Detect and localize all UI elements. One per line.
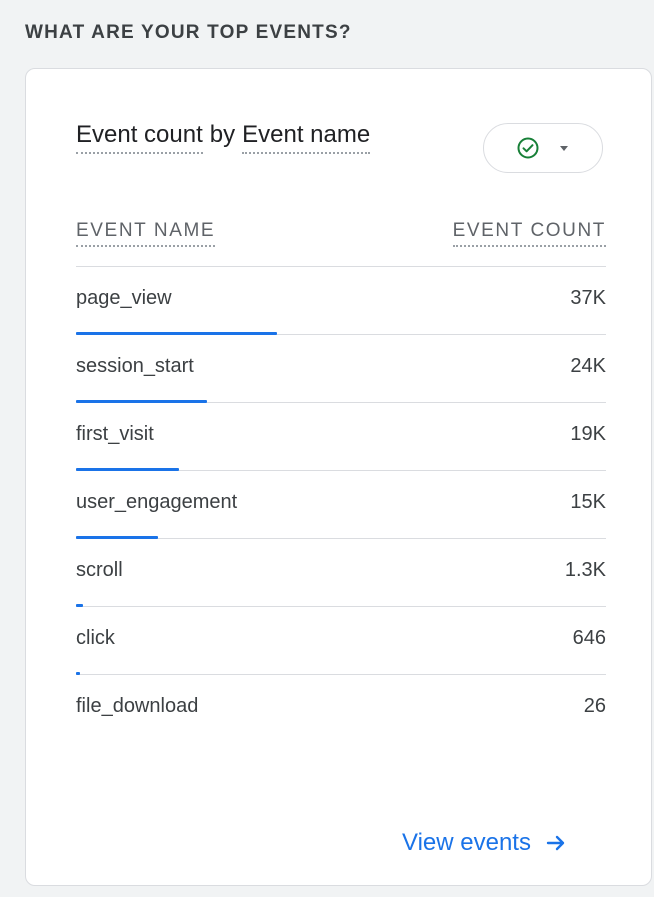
title-by: by bbox=[209, 121, 236, 148]
event-count: 26 bbox=[583, 695, 606, 717]
event-count: 19K bbox=[570, 423, 606, 445]
table-row[interactable]: click 646 bbox=[76, 607, 606, 675]
event-name: file_download bbox=[76, 695, 199, 717]
table-row[interactable]: session_start 24K bbox=[76, 335, 606, 403]
table-row[interactable]: page_view 37K bbox=[76, 267, 606, 335]
event-count: 24K bbox=[570, 355, 606, 377]
event-name: scroll bbox=[76, 559, 123, 581]
table-row[interactable]: first_visit 19K bbox=[76, 403, 606, 471]
dimension-label[interactable]: Event name bbox=[242, 121, 371, 154]
table-header: EVENT NAME EVENT COUNT bbox=[76, 214, 606, 267]
event-name: page_view bbox=[76, 287, 172, 309]
table-row[interactable]: user_engagement 15K bbox=[76, 471, 606, 539]
event-name: user_engagement bbox=[76, 491, 238, 513]
event-name: first_visit bbox=[76, 423, 154, 445]
section-heading: WHAT ARE YOUR TOP EVENTS? bbox=[25, 22, 352, 43]
event-name: session_start bbox=[76, 355, 194, 377]
top-events-card: Event count by Event name EVENT NAME EVE… bbox=[25, 68, 652, 886]
comparison-status-dropdown[interactable] bbox=[483, 123, 603, 173]
table-row[interactable]: scroll 1.3K bbox=[76, 539, 606, 607]
event-count: 646 bbox=[572, 627, 606, 649]
view-events-label: View events bbox=[402, 829, 531, 856]
events-table: EVENT NAME EVENT COUNT page_view 37K ses… bbox=[76, 214, 606, 742]
event-count: 37K bbox=[570, 287, 606, 309]
card-title: Event count by Event name bbox=[76, 121, 371, 154]
column-header-event-count[interactable]: EVENT COUNT bbox=[452, 220, 606, 247]
event-count: 15K bbox=[570, 491, 606, 513]
metric-label[interactable]: Event count bbox=[76, 121, 203, 154]
event-name: click bbox=[76, 627, 115, 649]
caret-down-icon bbox=[560, 146, 568, 151]
view-events-link[interactable]: View events bbox=[402, 829, 567, 857]
arrow-right-icon bbox=[546, 835, 565, 851]
column-header-event-name[interactable]: EVENT NAME bbox=[76, 220, 216, 247]
table-row[interactable]: file_download 26 bbox=[76, 675, 606, 742]
check-circle-icon bbox=[517, 137, 539, 159]
event-count: 1.3K bbox=[564, 559, 606, 581]
